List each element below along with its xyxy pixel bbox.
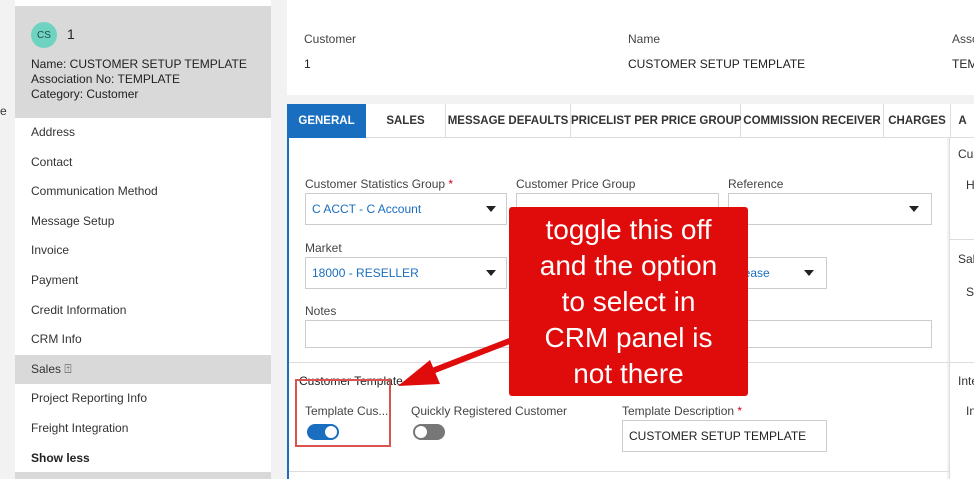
annotation-callout: toggle this off and the option to select… (509, 207, 748, 396)
sidebar-item-crm-info[interactable]: CRM Info (15, 325, 271, 355)
sidebar-item-payment[interactable]: Payment (15, 266, 271, 296)
tab-general[interactable]: GENERAL (287, 104, 366, 138)
callout-line-1: toggle this off (545, 214, 712, 245)
chevron-down-icon (909, 206, 919, 212)
right-panel-heading-3: Inte (958, 374, 974, 388)
sidebar: CS 1 Name: CUSTOMER SETUP TEMPLATE Assoc… (15, 0, 271, 479)
name-label: Name (628, 32, 661, 46)
sidebar-item-freight-integration[interactable]: Freight Integration (15, 414, 271, 444)
price-group-label: Customer Price Group (516, 177, 636, 191)
sidebar-item-sales[interactable]: Sales ⍐ (15, 354, 271, 385)
callout-line-3: to select in (561, 286, 696, 317)
tab-more[interactable]: A (951, 104, 974, 138)
quickly-registered-label: Quickly Registered Customer (411, 404, 568, 418)
left-edge-text: e (0, 104, 7, 118)
chevron-down-icon (486, 270, 496, 276)
right-panel-divider (950, 239, 974, 240)
market-label: Market (305, 241, 342, 255)
tab-sales[interactable]: SALES (366, 104, 446, 138)
customer-id: 1 (67, 26, 75, 42)
sidebar-item-address[interactable]: Address (15, 118, 271, 148)
sidebar-item-project-reporting-info[interactable]: Project Reporting Info (15, 384, 271, 414)
category-line: Category: Customer (31, 87, 139, 101)
tab-bar: GENERAL SALES MESSAGE DEFAULTS PRICELIST… (287, 104, 974, 138)
tab-message-defaults[interactable]: MESSAGE DEFAULTS (446, 104, 571, 138)
template-description-label: Template Description * (622, 404, 743, 418)
right-panel-text-1: Hi (966, 178, 974, 192)
chevron-down-icon (486, 206, 496, 212)
association-label: Asso (952, 32, 974, 46)
sidebar-nav: Address Contact Communication Method Mes… (15, 118, 271, 473)
quickly-registered-toggle[interactable] (413, 424, 445, 440)
section-divider-bottom (289, 471, 949, 472)
customer-value: 1 (304, 57, 311, 71)
customer-name-line: Name: CUSTOMER SETUP TEMPLATE (31, 57, 247, 71)
right-panel-divider (950, 362, 974, 363)
right-side-panels: Cus Hi Sal Sa Inte In (949, 138, 974, 479)
sidebar-item-communication-method[interactable]: Communication Method (15, 177, 271, 207)
toggle-knob (415, 426, 427, 438)
sidebar-item-message-setup[interactable]: Message Setup (15, 207, 271, 237)
avatar: CS (31, 22, 57, 48)
template-description-input[interactable]: CUSTOMER SETUP TEMPLATE (622, 420, 827, 452)
left-edge-strip: e (0, 0, 15, 479)
tab-charges[interactable]: CHARGES (884, 104, 951, 138)
reference-label: Reference (728, 177, 784, 191)
callout-line-5: not there (573, 358, 684, 389)
association-line: Association No: TEMPLATE (31, 72, 180, 86)
right-panel-heading-2: Sal (958, 252, 974, 266)
callout-line-4: CRM panel is (544, 322, 713, 353)
sidebar-item-contact[interactable]: Contact (15, 148, 271, 178)
notes-label: Notes (305, 304, 337, 318)
name-value: CUSTOMER SETUP TEMPLATE (628, 57, 806, 71)
stat-group-select[interactable]: C ACCT - C Account (305, 193, 507, 225)
callout-line-2: and the option (539, 250, 718, 281)
sidebar-bottom-bar (15, 472, 271, 479)
right-panel-text-2: Sa (966, 285, 974, 299)
right-panel-heading-1: Cus (958, 147, 974, 161)
sidebar-header: CS 1 Name: CUSTOMER SETUP TEMPLATE Assoc… (15, 6, 271, 118)
toggle-highlight-box (295, 379, 391, 447)
tab-pricelist-per-price-group[interactable]: PRICELIST PER PRICE GROUP (571, 104, 742, 138)
show-less-link[interactable]: Show less (15, 444, 271, 474)
sidebar-item-invoice[interactable]: Invoice (15, 236, 271, 266)
sidebar-item-credit-information[interactable]: Credit Information (15, 296, 271, 326)
reference-select[interactable] (728, 193, 932, 225)
chevron-down-icon (804, 270, 814, 276)
market-select[interactable]: 18000 - RESELLER (305, 257, 507, 289)
tab-commission-receiver[interactable]: COMMISSION RECEIVER (741, 104, 884, 138)
customer-summary-card: Customer 1 Name CUSTOMER SETUP TEMPLATE … (287, 0, 974, 95)
customer-label: Customer (304, 32, 357, 46)
association-value: TEM (952, 57, 974, 71)
right-panel-text-3: In (966, 404, 974, 418)
stat-group-label: Customer Statistics Group * (305, 177, 454, 191)
